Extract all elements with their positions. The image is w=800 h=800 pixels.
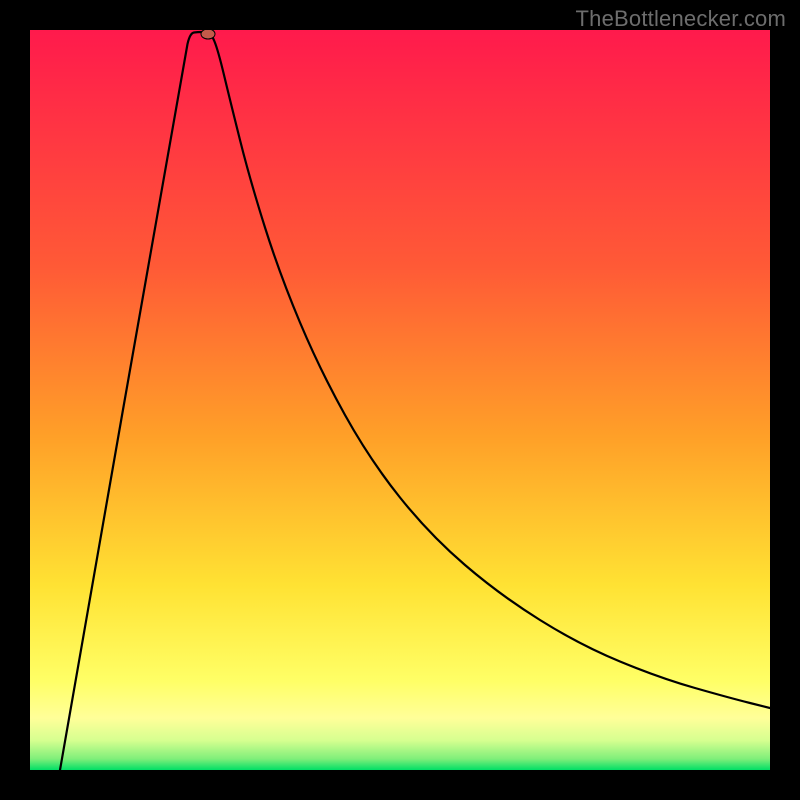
chart-frame: TheBottlenecker.com	[0, 0, 800, 800]
chart-plot-area	[30, 30, 770, 770]
optimal-marker	[201, 30, 215, 39]
gradient-background	[30, 30, 770, 770]
watermark-text: TheBottlenecker.com	[576, 6, 786, 32]
chart-svg	[30, 30, 770, 770]
